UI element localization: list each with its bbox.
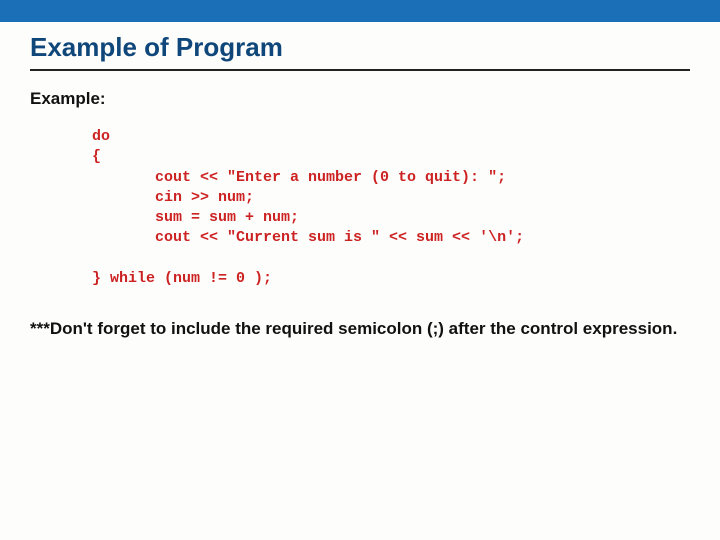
slide-title: Example of Program <box>30 32 690 71</box>
code-block: do { cout << "Enter a number (0 to quit)… <box>92 127 690 289</box>
footer-note: ***Don't forget to include the required … <box>30 317 690 342</box>
slide-content: Example of Program Example: do { cout <<… <box>0 22 720 342</box>
top-bar <box>0 0 720 22</box>
example-label: Example: <box>30 89 690 109</box>
